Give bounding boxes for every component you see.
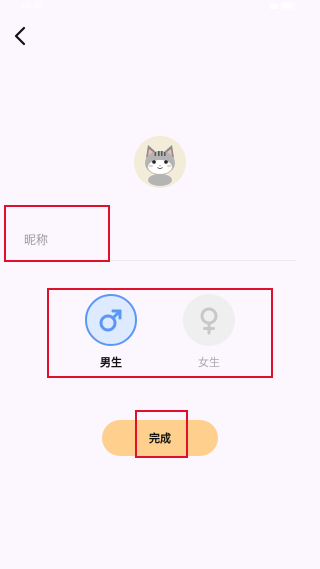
done-button[interactable]: 完成 <box>102 420 218 456</box>
status-time: 19:40 <box>20 1 44 10</box>
female-circle <box>183 294 235 346</box>
battery-signal-icon <box>270 2 295 10</box>
nickname-field <box>22 226 298 261</box>
male-circle <box>85 294 137 346</box>
avatar[interactable] <box>134 136 186 188</box>
gender-option-female[interactable]: 女生 <box>179 294 239 374</box>
male-label: 男生 <box>100 356 122 369</box>
chevron-left-icon <box>14 26 26 46</box>
male-symbol-icon <box>99 309 122 332</box>
cat-avatar-icon <box>134 136 186 188</box>
back-button[interactable] <box>8 24 32 48</box>
status-bar: 19:40 <box>0 0 320 12</box>
female-label: 女生 <box>198 356 220 369</box>
nickname-input[interactable] <box>22 227 298 253</box>
gender-option-male[interactable]: 男生 <box>81 294 141 374</box>
done-button-label: 完成 <box>149 432 171 445</box>
female-symbol-icon <box>200 307 218 335</box>
